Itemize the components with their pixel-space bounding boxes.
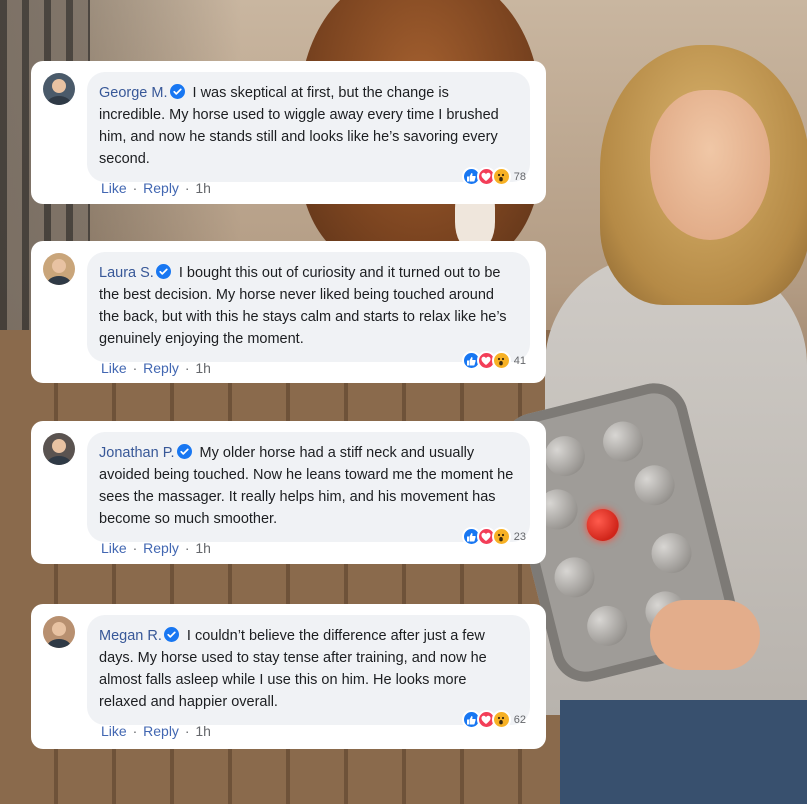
- massage-ball: [647, 528, 696, 578]
- avatar[interactable]: [43, 253, 75, 285]
- comment-timestamp[interactable]: 1h: [195, 180, 211, 196]
- reply-link[interactable]: Reply: [143, 180, 179, 196]
- action-separator: ·: [180, 540, 194, 556]
- comment-actions: Like · Reply · 1h: [101, 360, 211, 376]
- comment-actions: Like · Reply · 1h: [101, 180, 211, 196]
- commenter-name[interactable]: George M.: [99, 85, 168, 101]
- comment-card: Laura S. I bought this out of curiosity …: [31, 241, 546, 383]
- action-separator: ·: [180, 180, 194, 196]
- action-separator: ·: [128, 180, 142, 196]
- wow-icon: [491, 167, 511, 186]
- massage-ball: [550, 553, 599, 602]
- wow-icon: [491, 710, 511, 729]
- wow-icon: [491, 351, 511, 370]
- like-link[interactable]: Like: [101, 360, 127, 376]
- reaction-count: 78: [513, 170, 526, 183]
- reply-link[interactable]: Reply: [143, 723, 179, 739]
- like-link[interactable]: Like: [101, 540, 127, 556]
- commenter-name[interactable]: Jonathan P.: [99, 445, 175, 461]
- reaction-summary[interactable]: 23: [461, 527, 526, 546]
- reply-link[interactable]: Reply: [143, 540, 179, 556]
- avatar-icon: [43, 433, 75, 465]
- comment-card: Jonathan P. My older horse had a stiff n…: [31, 421, 546, 564]
- massage-ball: [598, 417, 648, 466]
- verified-badge-icon: [155, 264, 171, 279]
- red-light-button: [583, 505, 623, 545]
- reaction-summary[interactable]: 41: [461, 351, 526, 370]
- reaction-summary[interactable]: 62: [461, 710, 526, 729]
- woman-face: [650, 90, 770, 240]
- avatar-icon: [43, 73, 75, 105]
- verified-badge-icon: [163, 627, 179, 642]
- action-separator: ·: [128, 540, 142, 556]
- woman-hand: [650, 600, 760, 670]
- action-separator: ·: [128, 723, 142, 739]
- reaction-count: 62: [513, 713, 526, 726]
- verified-badge-icon: [176, 444, 192, 459]
- comment-bubble: Laura S. I bought this out of curiosity …: [87, 252, 530, 362]
- comment-card: George M. I was skeptical at first, but …: [31, 61, 546, 204]
- action-separator: ·: [180, 360, 194, 376]
- reaction-count: 41: [513, 354, 526, 367]
- reaction-count: 23: [513, 530, 526, 543]
- massage-ball: [630, 460, 679, 510]
- avatar-icon: [43, 616, 75, 648]
- massage-ball: [540, 431, 590, 481]
- avatar[interactable]: [43, 73, 75, 105]
- comment-bubble: Megan R. I couldn’t believe the differen…: [87, 615, 530, 725]
- avatar[interactable]: [43, 433, 75, 465]
- comment-timestamp[interactable]: 1h: [195, 540, 211, 556]
- comment-card: Megan R. I couldn’t believe the differen…: [31, 604, 546, 749]
- massage-ball: [582, 601, 632, 651]
- reaction-summary[interactable]: 78: [461, 167, 526, 186]
- comment-bubble: George M. I was skeptical at first, but …: [87, 72, 530, 182]
- reply-link[interactable]: Reply: [143, 360, 179, 376]
- avatar-icon: [43, 253, 75, 285]
- commenter-name[interactable]: Laura S.: [99, 265, 154, 281]
- action-separator: ·: [180, 723, 194, 739]
- avatar[interactable]: [43, 616, 75, 648]
- comment-bubble: Jonathan P. My older horse had a stiff n…: [87, 432, 530, 542]
- comment-actions: Like · Reply · 1h: [101, 723, 211, 739]
- wow-icon: [491, 527, 511, 546]
- woman-jeans: [560, 700, 807, 804]
- comment-timestamp[interactable]: 1h: [195, 360, 211, 376]
- comment-timestamp[interactable]: 1h: [195, 723, 211, 739]
- like-link[interactable]: Like: [101, 180, 127, 196]
- like-link[interactable]: Like: [101, 723, 127, 739]
- comment-actions: Like · Reply · 1h: [101, 540, 211, 556]
- action-separator: ·: [128, 360, 142, 376]
- verified-badge-icon: [169, 84, 185, 99]
- commenter-name[interactable]: Megan R.: [99, 628, 162, 644]
